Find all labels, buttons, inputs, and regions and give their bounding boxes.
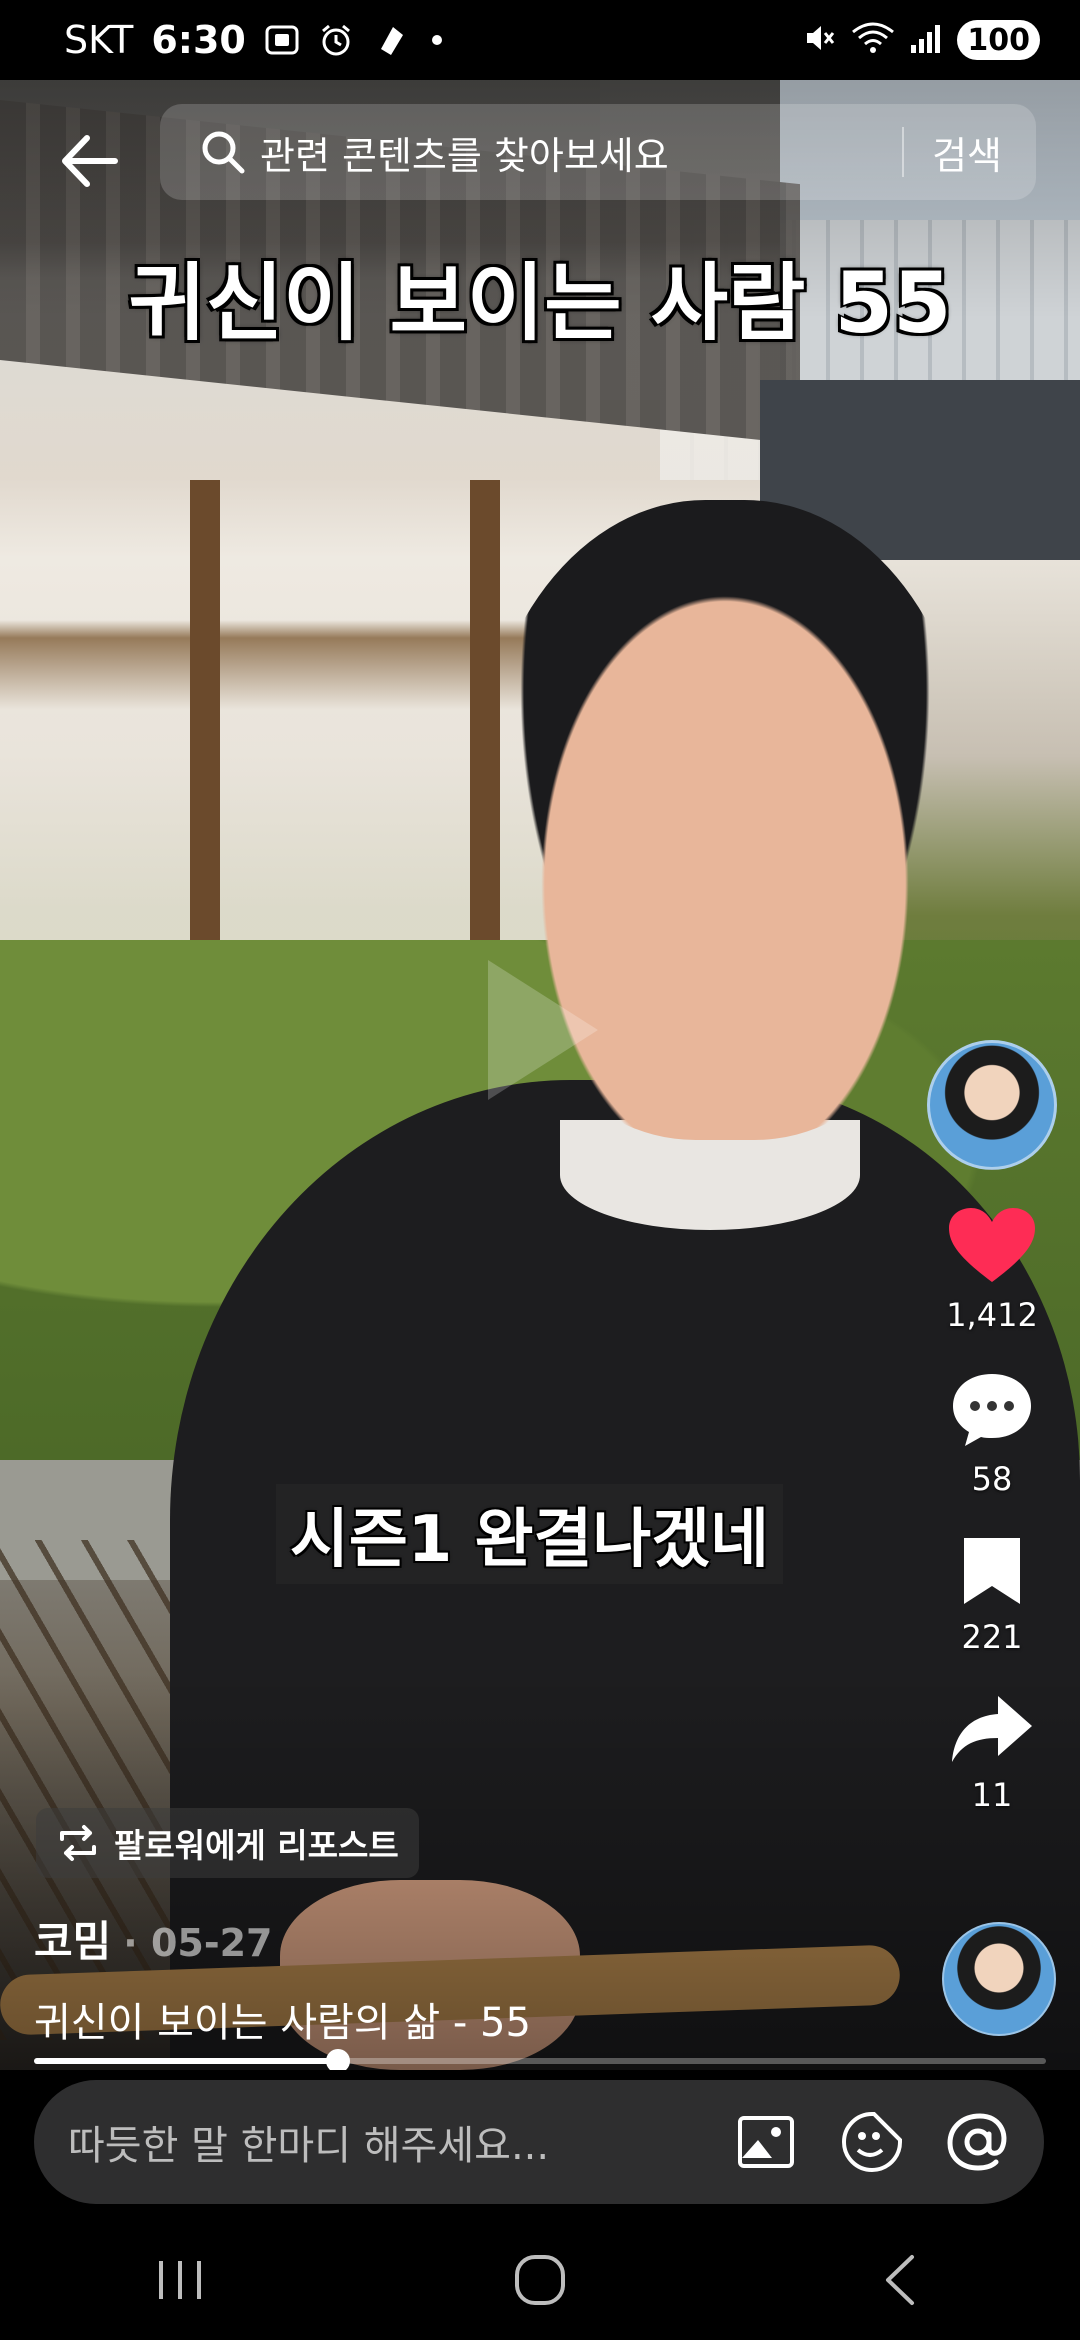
creator-avatar[interactable] xyxy=(927,1040,1057,1170)
search-icon xyxy=(196,125,250,179)
status-right: 100 xyxy=(803,0,1040,80)
action-rail: 1,412 58 221 11 xyxy=(922,1040,1062,1814)
home-icon xyxy=(515,2255,565,2305)
like-button[interactable]: 1,412 xyxy=(946,1206,1038,1334)
back-icon xyxy=(886,2255,914,2305)
comment-input-box[interactable]: 따듯한 말 한마디 해주세요... xyxy=(34,2080,1044,2204)
system-navigation-bar xyxy=(0,2220,1080,2340)
screenshot-icon xyxy=(264,22,300,58)
comment-count: 58 xyxy=(971,1460,1013,1498)
status-bar: SKT 6:30 100 xyxy=(0,0,1080,80)
repost-label: 팔로워에게 리포스트 xyxy=(114,1826,399,1865)
clock: 6:30 xyxy=(151,18,246,62)
alarm-icon xyxy=(318,22,354,58)
signal-icon xyxy=(909,21,943,59)
save-count: 221 xyxy=(961,1618,1023,1656)
search-bar[interactable]: 관련 콘텐츠를 찾아보세요 검색 xyxy=(160,104,1036,200)
more-notifications-dot xyxy=(431,35,442,45)
share-count: 11 xyxy=(971,1776,1013,1814)
save-button[interactable]: 221 xyxy=(960,1534,1024,1656)
recent-apps-icon xyxy=(159,2261,201,2299)
sound-avatar[interactable] xyxy=(942,1922,1056,2036)
back-button[interactable] xyxy=(44,116,134,206)
share-button[interactable]: 11 xyxy=(950,1692,1034,1814)
search-button[interactable]: 검색 xyxy=(932,125,1002,180)
comment-bubble-icon xyxy=(953,1374,1031,1446)
video-title-overlay: 귀신이 보이는 사람 55 xyxy=(128,254,952,352)
image-icon[interactable] xyxy=(726,2102,806,2182)
bookmark-icon xyxy=(964,1538,1020,1604)
notification-icon xyxy=(372,22,408,58)
author-name[interactable]: 코밈 xyxy=(34,1908,111,1969)
status-left: SKT 6:30 xyxy=(64,0,442,80)
wifi-icon xyxy=(851,20,895,60)
mute-icon xyxy=(803,21,837,59)
progress-fill xyxy=(34,2058,338,2064)
carrier-label: SKT xyxy=(64,18,134,62)
battery-indicator: 100 xyxy=(957,20,1040,60)
comment-button[interactable]: 58 xyxy=(949,1370,1035,1498)
author-row: 코밈 · 05-27 xyxy=(34,1908,272,1969)
mention-icon[interactable] xyxy=(938,2102,1018,2182)
back-nav-button[interactable] xyxy=(840,2230,960,2330)
video-progress-bar[interactable] xyxy=(34,2049,1046,2073)
repost-icon xyxy=(60,1825,96,1861)
play-icon xyxy=(488,960,598,1100)
like-count: 1,412 xyxy=(946,1296,1038,1334)
video-subtitle: 시즌1 완결나겠네 xyxy=(276,1484,783,1584)
recent-apps-button[interactable] xyxy=(120,2230,240,2330)
post-caption[interactable]: 귀신이 보이는 사람의 삶 - 55 xyxy=(34,1990,531,2048)
search-input[interactable]: 관련 콘텐츠를 찾아보세요 xyxy=(260,125,902,180)
heart-icon xyxy=(948,1208,1035,1282)
repost-button[interactable]: 팔로워에게 리포스트 xyxy=(36,1808,419,1878)
arrow-left-icon xyxy=(62,135,118,187)
home-button[interactable] xyxy=(480,2230,600,2330)
post-date: · 05-27 xyxy=(123,1921,273,1965)
comment-bar: 따듯한 말 한마디 해주세요... xyxy=(0,2070,1080,2220)
sticker-icon[interactable] xyxy=(832,2102,912,2182)
search-divider xyxy=(902,127,905,177)
share-arrow-icon xyxy=(952,1696,1032,1762)
comment-input[interactable]: 따듯한 말 한마디 해주세요... xyxy=(68,2113,726,2171)
